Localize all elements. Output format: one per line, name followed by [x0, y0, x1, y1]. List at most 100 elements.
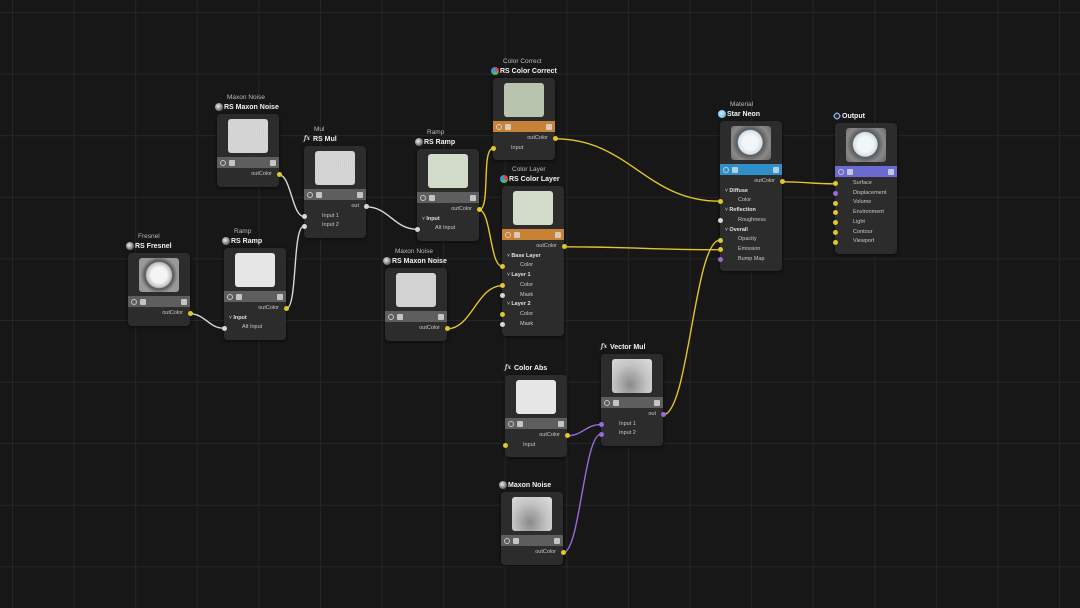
- menu-icon[interactable]: [654, 399, 660, 406]
- input-port[interactable]: [832, 181, 838, 187]
- input-port[interactable]: [832, 200, 838, 206]
- port-group[interactable]: Reflection: [720, 206, 782, 216]
- input-port[interactable]: [832, 210, 838, 216]
- input-port[interactable]: [717, 198, 723, 204]
- settings-icon[interactable]: [504, 537, 510, 544]
- wire[interactable]: [285, 225, 305, 310]
- input-port[interactable]: [414, 226, 420, 232]
- settings-icon[interactable]: [420, 194, 426, 201]
- node-fresnel[interactable]: Fresnel RS Fresnel outColor: [126, 233, 193, 326]
- menu-icon[interactable]: [773, 166, 779, 173]
- input-port[interactable]: [598, 422, 604, 428]
- wire[interactable]: [662, 239, 721, 416]
- input-port[interactable]: [717, 247, 723, 253]
- menu-icon[interactable]: [270, 159, 276, 166]
- node-title[interactable]: RS Maxon Noise: [383, 257, 447, 265]
- node-title[interactable]: RS Fresnel: [126, 242, 172, 250]
- preview-toggle-icon[interactable]: [429, 194, 435, 201]
- node-title[interactable]: ƒx Color Abs: [503, 364, 547, 372]
- node-title[interactable]: RS Maxon Noise: [215, 103, 279, 111]
- wire[interactable]: [278, 174, 305, 218]
- settings-icon[interactable]: [838, 168, 844, 175]
- input-port[interactable]: [301, 223, 307, 229]
- node-maxon-noise-1[interactable]: Maxon Noise RS Maxon Noise outColor: [215, 94, 282, 187]
- node-title[interactable]: Output: [833, 112, 865, 120]
- menu-icon[interactable]: [357, 191, 363, 198]
- menu-icon[interactable]: [438, 313, 444, 320]
- settings-icon[interactable]: [505, 231, 511, 238]
- input-port[interactable]: [717, 237, 723, 243]
- preview-toggle-icon[interactable]: [847, 168, 853, 175]
- settings-icon[interactable]: [508, 420, 514, 427]
- port-group[interactable]: Diffuse: [720, 187, 782, 197]
- menu-icon[interactable]: [888, 168, 894, 175]
- menu-icon[interactable]: [558, 420, 564, 427]
- node-output[interactable]: Output Surface Displacement Volume Environme…: [832, 112, 897, 254]
- preview-toggle-icon[interactable]: [732, 166, 738, 173]
- preview-toggle-icon[interactable]: [397, 313, 403, 320]
- wire[interactable]: [446, 284, 503, 330]
- input-port[interactable]: [832, 220, 838, 226]
- node-title[interactable]: RS Color Correct: [491, 67, 557, 75]
- preview-toggle-icon[interactable]: [517, 420, 523, 427]
- node-title[interactable]: RS Ramp: [415, 138, 455, 146]
- preview-toggle-icon[interactable]: [316, 191, 322, 198]
- node-color-layer[interactable]: Color Layer RS Color Layer outColor Base La…: [499, 166, 567, 337]
- node-ramp-2[interactable]: RampRS RampoutColorInputAlt Input: [414, 129, 482, 242]
- output-port[interactable]: [363, 204, 369, 210]
- output-port[interactable]: [276, 172, 282, 178]
- preview-toggle-icon[interactable]: [505, 123, 511, 130]
- output-port[interactable]: [444, 326, 450, 332]
- wire[interactable]: [189, 313, 225, 329]
- output-port[interactable]: [660, 412, 666, 418]
- output-port[interactable]: [476, 207, 482, 213]
- preview-toggle-icon[interactable]: [513, 537, 519, 544]
- preview-toggle-icon[interactable]: [140, 298, 146, 305]
- input-port[interactable]: [499, 321, 505, 327]
- node-title[interactable]: RS Color Layer: [500, 175, 560, 183]
- wire[interactable]: [562, 433, 602, 554]
- node-maxon-noise-3[interactable]: Maxon Noise outColor: [499, 481, 566, 565]
- port-group[interactable]: Input: [224, 314, 286, 324]
- input-port[interactable]: [221, 325, 227, 331]
- port-group[interactable]: Overall: [720, 226, 782, 236]
- node-ramp-1[interactable]: RampRS RampoutColorInputAlt Input: [221, 228, 289, 341]
- output-port[interactable]: [561, 244, 567, 250]
- input-port[interactable]: [502, 443, 508, 449]
- preview-toggle-icon[interactable]: [613, 399, 619, 406]
- wire[interactable]: [365, 206, 418, 230]
- input-port[interactable]: [499, 292, 505, 298]
- node-title[interactable]: RS Ramp: [222, 237, 262, 245]
- node-maxon-noise-2[interactable]: Maxon Noise RS Maxon Noise outColor: [383, 248, 450, 341]
- menu-icon[interactable]: [555, 231, 561, 238]
- output-port[interactable]: [564, 433, 570, 439]
- preview-toggle-icon[interactable]: [229, 159, 235, 166]
- input-port[interactable]: [832, 191, 838, 197]
- wire[interactable]: [566, 423, 602, 437]
- settings-icon[interactable]: [723, 166, 729, 173]
- node-vector-mul[interactable]: ƒx Vector Mul out Input 1 Input 2: [598, 343, 666, 447]
- menu-icon[interactable]: [277, 293, 283, 300]
- wire[interactable]: [478, 147, 494, 211]
- input-port[interactable]: [490, 146, 496, 152]
- node-material[interactable]: Material Star Neon outColor Diffuse Color Ref…: [717, 101, 785, 272]
- settings-icon[interactable]: [496, 123, 502, 130]
- port-group[interactable]: Base Layer: [502, 252, 564, 262]
- node-title[interactable]: ƒx Vector Mul: [599, 343, 646, 351]
- settings-icon[interactable]: [131, 298, 137, 305]
- input-port[interactable]: [832, 229, 838, 235]
- port-group[interactable]: Input: [417, 215, 479, 225]
- output-port[interactable]: [779, 179, 785, 185]
- input-port[interactable]: [499, 263, 505, 269]
- node-title[interactable]: Maxon Noise: [499, 481, 551, 489]
- node-title[interactable]: ƒx RS Mul: [302, 135, 337, 143]
- node-mul[interactable]: Mul ƒx RS Mul out Input 1 Input 2: [301, 126, 369, 239]
- input-port[interactable]: [717, 256, 723, 262]
- menu-icon[interactable]: [181, 298, 187, 305]
- output-port[interactable]: [560, 550, 566, 556]
- wire[interactable]: [781, 181, 836, 185]
- node-title[interactable]: Star Neon: [718, 110, 760, 118]
- input-port[interactable]: [598, 431, 604, 437]
- settings-icon[interactable]: [388, 313, 394, 320]
- port-group[interactable]: Layer 1: [502, 271, 564, 281]
